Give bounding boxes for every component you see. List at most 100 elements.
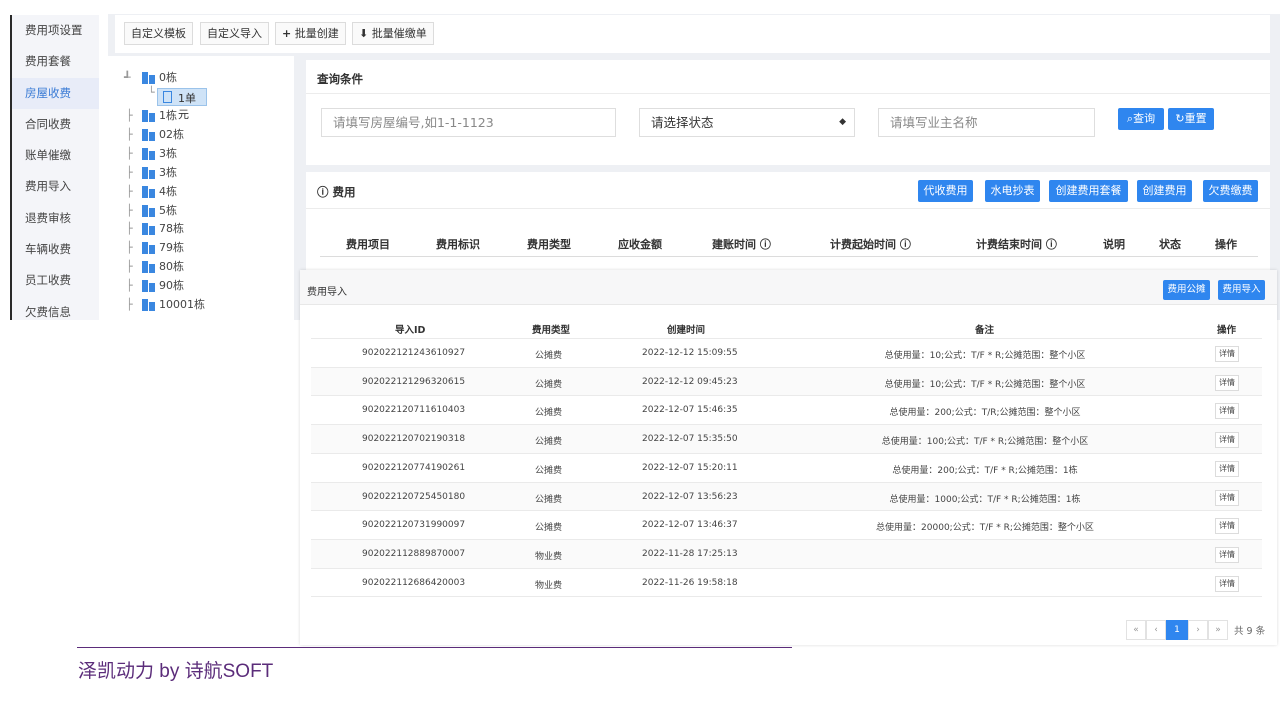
import-created-cell: 2022-12-07 15:46:35 xyxy=(642,405,738,416)
page-current-button[interactable]: 1 xyxy=(1166,620,1188,640)
import-id-cell: 902022120731990097 xyxy=(362,520,466,531)
import-created-cell: 2022-12-07 13:46:37 xyxy=(642,520,738,531)
tree-node-label: 1栋 xyxy=(159,109,177,122)
building-icon xyxy=(142,147,155,160)
import-id-cell: 902022121243610927 xyxy=(362,348,466,358)
sidebar-menu: 费用项设置 费用套餐 房屋收费 合同收费 账单催缴 费用导入 退费审核 车辆收费… xyxy=(10,15,99,320)
detail-button[interactable]: 详情 xyxy=(1215,346,1239,362)
sidebar-item-staff-fees[interactable]: 员工收费 xyxy=(12,265,99,296)
tree-node-label: 79栋 xyxy=(159,241,184,255)
detail-button[interactable]: 详情 xyxy=(1215,374,1239,391)
reset-button[interactable]: ↻重置 xyxy=(1168,108,1214,130)
import-type-cell: 物业费 xyxy=(535,551,563,562)
import-created-cell: 2022-11-26 19:58:18 xyxy=(642,577,738,588)
table-row: 902022121243610927 公摊费 2022-12-12 15:09:55… xyxy=(311,338,1262,367)
tree-node-unit-selected[interactable]: 1单元 xyxy=(157,88,207,121)
table-row: 902022120774190261 公摊费 2022-12-07 15:20:11… xyxy=(311,452,1262,482)
batch-dunning-label: 批量催缴单 xyxy=(371,27,427,40)
page-first-button[interactable]: « xyxy=(1126,620,1146,640)
import-created-cell: 2022-12-07 15:20:11 xyxy=(642,462,738,473)
import-type-cell: 公摊费 xyxy=(535,523,563,534)
tree-node-label: 10001栋 xyxy=(159,298,205,311)
house-number-input[interactable]: 请填写房屋编号,如1-1-1123 xyxy=(321,108,616,137)
col-import-operation: 操作 xyxy=(1217,325,1237,336)
meter-reading-button[interactable]: 水电抄表 xyxy=(985,180,1040,202)
create-fee-package-button[interactable]: 创建费用套餐 xyxy=(1049,180,1128,202)
building-icon xyxy=(142,261,155,274)
fees-title: ⓘ 费用 xyxy=(317,184,356,200)
tree-node-label: 0栋 xyxy=(159,71,177,84)
batch-dunning-button[interactable]: ⬇ 批量催缴单 xyxy=(352,22,434,45)
custom-import-button[interactable]: 自定义导入 xyxy=(200,22,269,45)
col-status: 状态 xyxy=(1159,238,1181,251)
sidebar-item-fee-package[interactable]: 费用套餐 xyxy=(12,46,99,77)
fee-import-card: 费用导入 费用公摊 费用导入 导入ID 费用类型 创建时间 备注 操作 9020… xyxy=(300,270,1277,645)
detail-button[interactable]: 详情 xyxy=(1215,518,1239,535)
building-icon xyxy=(142,223,155,236)
detail-button[interactable]: 详情 xyxy=(1215,403,1239,420)
import-id-cell: 902022112889870007 xyxy=(362,548,466,559)
create-fee-button[interactable]: 创建费用 xyxy=(1137,180,1192,202)
owner-name-input[interactable]: 请填写业主名称 xyxy=(878,108,1095,137)
table-row: 902022120702190318 公摊费 2022-12-07 15:35:50… xyxy=(311,424,1262,453)
import-type-cell: 公摊费 xyxy=(535,494,563,505)
sidebar-item-refund-review[interactable]: 退费审核 xyxy=(12,203,99,234)
col-billing-start: 计费起始时间 ⓘ xyxy=(830,236,911,252)
sidebar-item-fee-import[interactable]: 费用导入 xyxy=(12,171,99,202)
detail-button[interactable]: 详情 xyxy=(1215,432,1239,449)
sidebar-item-arrears-info[interactable]: 欠费信息 xyxy=(12,297,99,320)
sidebar-item-bill-dunning[interactable]: 账单催缴 xyxy=(12,140,99,171)
fee-allocate-button[interactable]: 费用公摊 xyxy=(1163,280,1210,300)
sidebar-item-fee-settings[interactable]: 费用项设置 xyxy=(12,15,99,46)
table-row: 902022121296320615 公摊费 2022-12-12 09:45:23… xyxy=(311,366,1262,396)
page-next-button[interactable]: › xyxy=(1188,620,1208,640)
detail-button[interactable]: 详情 xyxy=(1215,546,1239,563)
tree-node-label: 5栋 xyxy=(159,203,177,217)
sidebar-item-contract-fees[interactable]: 合同收费 xyxy=(12,109,99,140)
fees-card: ⓘ 费用 代收费用 水电抄表 创建费用套餐 创建费用 欠费缴费 费用项目 费用标… xyxy=(306,172,1270,272)
building-icon xyxy=(142,280,155,293)
import-note-cell: 总使用量：10;公式：T/F * R;公摊范围：整个小区 xyxy=(884,379,1086,390)
tree-connector: ├ xyxy=(126,127,133,141)
status-select[interactable]: 请选择状态 ◆ xyxy=(639,108,855,137)
top-toolbar: 自定义模板 自定义导入 + 批量创建 ⬇ 批量催缴单 xyxy=(115,15,1270,53)
tree-connector: ├ xyxy=(126,279,133,293)
detail-button[interactable]: 详情 xyxy=(1215,489,1239,506)
tree-connector: ├ xyxy=(126,203,133,217)
download-icon: ⬇ xyxy=(359,27,369,40)
sidebar-item-house-fees[interactable]: 房屋收费 xyxy=(12,77,99,109)
col-receivable: 应收金额 xyxy=(618,238,662,251)
collect-fee-button[interactable]: 代收费用 xyxy=(918,180,973,202)
tree-connector: ├ xyxy=(126,298,133,311)
custom-template-button[interactable]: 自定义模板 xyxy=(124,22,193,45)
import-type-cell: 公摊费 xyxy=(535,437,563,448)
import-created-cell: 2022-12-12 09:45:23 xyxy=(642,376,738,387)
sidebar-item-vehicle-fees[interactable]: 车辆收费 xyxy=(12,234,99,265)
table-row: 902022120711610403 公摊费 2022-12-07 15:46:35… xyxy=(311,395,1262,424)
total-count: 共 9 条 xyxy=(1234,626,1266,637)
col-operation: 操作 xyxy=(1215,238,1237,251)
page-last-button[interactable]: » xyxy=(1208,620,1228,640)
import-type-cell: 公摊费 xyxy=(535,379,563,390)
search-button[interactable]: ⌕查询 xyxy=(1118,108,1164,130)
detail-button[interactable]: 详情 xyxy=(1215,460,1239,477)
fee-import-button[interactable]: 费用导入 xyxy=(1218,280,1265,300)
import-type-cell: 公摊费 xyxy=(535,465,563,476)
tree-node-label: 78栋 xyxy=(159,222,184,236)
plus-icon: + xyxy=(282,27,292,40)
import-created-cell: 2022-12-07 13:56:23 xyxy=(642,491,738,502)
col-billing-end: 计费结束时间 ⓘ xyxy=(976,236,1057,252)
col-billing-end-label: 计费结束时间 xyxy=(976,238,1042,251)
batch-create-button[interactable]: + 批量创建 xyxy=(275,22,346,45)
batch-create-label: 批量创建 xyxy=(294,27,339,40)
status-select-label: 请选择状态 xyxy=(651,115,714,130)
detail-button[interactable]: 详情 xyxy=(1215,575,1239,592)
import-type-cell: 公摊费 xyxy=(535,351,563,361)
building-icon xyxy=(142,204,155,217)
page-prev-button[interactable]: ‹ xyxy=(1146,620,1166,640)
col-import-id: 导入ID xyxy=(395,325,426,336)
import-note-cell: 总使用量：20000;公式：T/F * R;公摊范围：整个小区 xyxy=(876,523,1094,534)
tree-expand-icon[interactable]: ┹ xyxy=(124,69,138,87)
info-icon: ⓘ xyxy=(317,185,329,199)
arrears-payment-button[interactable]: 欠费缴费 xyxy=(1203,180,1258,202)
